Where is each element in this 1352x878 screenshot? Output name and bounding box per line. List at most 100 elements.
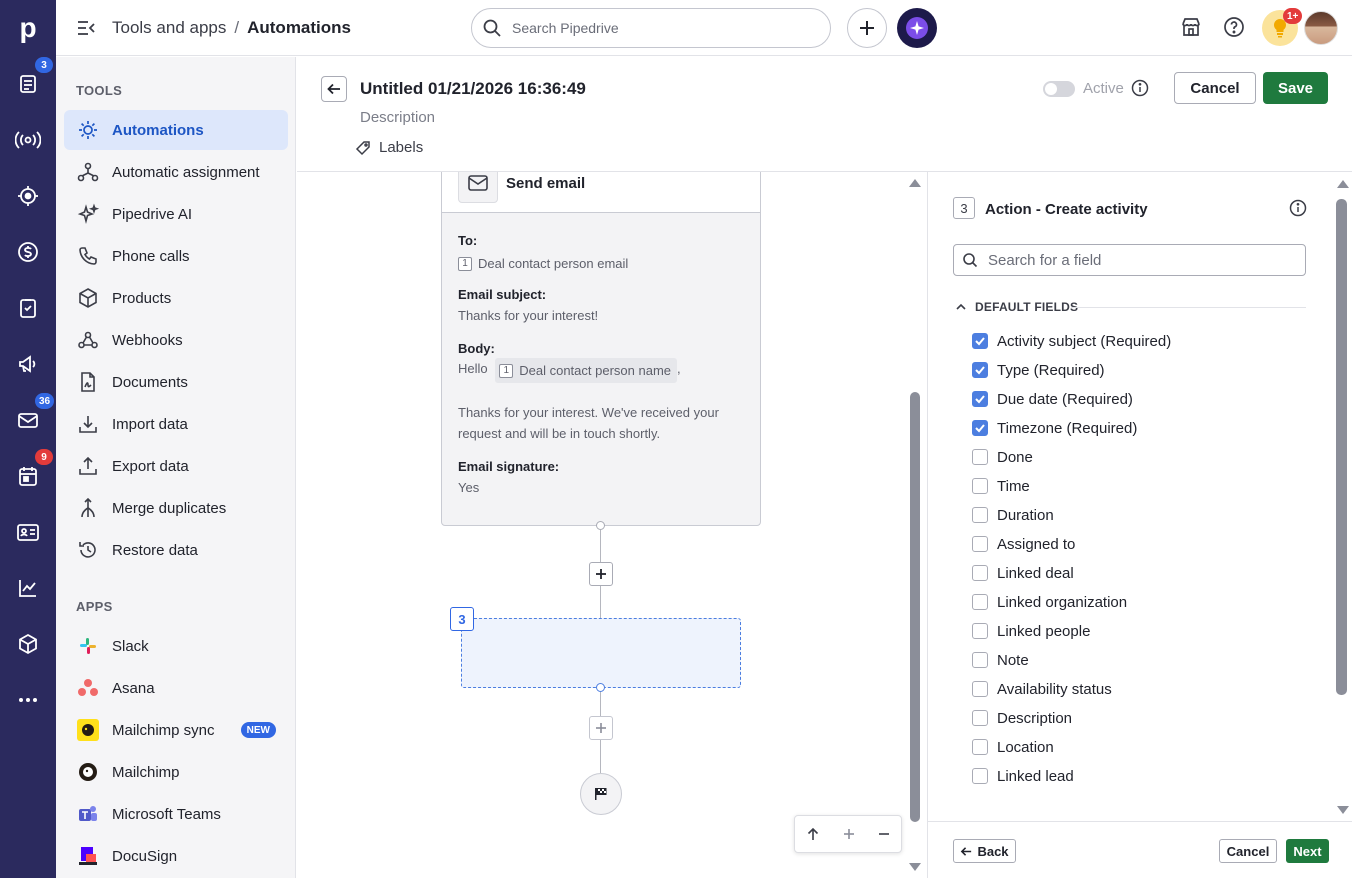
- add-step-button[interactable]: [589, 716, 613, 740]
- target-icon[interactable]: [14, 182, 42, 210]
- field-checkbox[interactable]: [972, 565, 988, 581]
- panel-back-button[interactable]: Back: [953, 839, 1016, 863]
- dollar-icon[interactable]: [14, 238, 42, 266]
- field-checkbox[interactable]: [972, 449, 988, 465]
- field-checkbox[interactable]: [972, 681, 988, 697]
- sidebar-item-export-data[interactable]: Export data: [64, 446, 288, 486]
- zoom-in-icon[interactable]: [843, 828, 855, 840]
- scroll-down-arrow-icon[interactable]: [1336, 805, 1350, 815]
- field-checkbox[interactable]: [972, 710, 988, 726]
- automation-title[interactable]: Untitled 01/21/2026 16:36:49: [360, 79, 586, 99]
- sidebar-item-products[interactable]: Products: [64, 278, 288, 318]
- global-search[interactable]: [471, 8, 831, 48]
- labels-button[interactable]: Labels: [355, 139, 423, 156]
- sidebar-item-merge-duplicates[interactable]: Merge duplicates: [64, 488, 288, 528]
- sidebar-item-microsoft-teams[interactable]: Microsoft Teams: [64, 794, 288, 834]
- scroll-up-arrow-icon[interactable]: [1336, 179, 1350, 189]
- scrollbar-thumb[interactable]: [910, 392, 920, 822]
- field-checkbox[interactable]: [972, 333, 988, 349]
- field-checkbox[interactable]: [972, 652, 988, 668]
- sidebar-item-automations[interactable]: Automations: [64, 110, 288, 150]
- field-search[interactable]: [953, 244, 1306, 276]
- field-checkbox[interactable]: [972, 536, 988, 552]
- user-avatar[interactable]: [1304, 11, 1338, 45]
- insights-icon[interactable]: [14, 574, 42, 602]
- menu-collapse-icon[interactable]: [76, 18, 96, 38]
- leads-icon[interactable]: [14, 126, 42, 154]
- zoom-out-icon[interactable]: [878, 828, 890, 840]
- pipedrive-logo[interactable]: p: [0, 0, 56, 56]
- field-checkbox[interactable]: [972, 623, 988, 639]
- sidebar-item-asana[interactable]: Asana: [64, 668, 288, 708]
- field-option-row[interactable]: Linked people: [972, 619, 1090, 643]
- sidebar-item-slack[interactable]: Slack: [64, 626, 288, 666]
- deals-icon[interactable]: [14, 70, 42, 98]
- panel-next-button[interactable]: Next: [1286, 839, 1329, 863]
- field-option-row[interactable]: Description: [972, 706, 1072, 730]
- panel-cancel-button[interactable]: Cancel: [1219, 839, 1277, 863]
- add-step-button[interactable]: [589, 562, 613, 586]
- field-checkbox[interactable]: [972, 594, 988, 610]
- arrow-up-icon[interactable]: [806, 827, 820, 841]
- canvas-scrollbar[interactable]: [905, 172, 927, 878]
- sidebar-item-automatic-assignment[interactable]: Automatic assignment: [64, 152, 288, 192]
- field-option-row[interactable]: Availability status: [972, 677, 1112, 701]
- global-search-input[interactable]: [512, 20, 812, 36]
- field-option-row[interactable]: Assigned to: [972, 532, 1075, 556]
- workflow-canvas[interactable]: Send email To: 1 Deal contact person emai…: [297, 172, 927, 878]
- field-checkbox[interactable]: [972, 507, 988, 523]
- contacts-icon[interactable]: [14, 518, 42, 546]
- help-icon[interactable]: [1223, 16, 1245, 38]
- back-button[interactable]: [321, 76, 347, 102]
- send-email-step[interactable]: Send email To: 1 Deal contact person emai…: [441, 172, 761, 526]
- scroll-up-arrow-icon[interactable]: [908, 178, 922, 188]
- save-button[interactable]: Save: [1263, 72, 1328, 104]
- sidebar-item-phone-calls[interactable]: Phone calls: [64, 236, 288, 276]
- field-search-input[interactable]: [988, 251, 1288, 269]
- new-step-placeholder[interactable]: [461, 618, 741, 688]
- panel-scrollbar[interactable]: [1332, 172, 1352, 820]
- breadcrumb-tools-and-apps[interactable]: Tools and apps: [112, 18, 226, 38]
- campaigns-icon[interactable]: [14, 350, 42, 378]
- field-checkbox[interactable]: [972, 768, 988, 784]
- field-checkbox[interactable]: [972, 478, 988, 494]
- calendar-icon[interactable]: [14, 462, 42, 490]
- more-icon[interactable]: [14, 686, 42, 714]
- info-icon[interactable]: [1131, 79, 1149, 97]
- field-option-row[interactable]: Linked deal: [972, 561, 1074, 585]
- sidebar-item-documents[interactable]: Documents: [64, 362, 288, 402]
- field-option-row[interactable]: Type (Required): [972, 358, 1105, 382]
- automation-description[interactable]: Description: [360, 109, 435, 126]
- field-checkbox[interactable]: [972, 391, 988, 407]
- quick-add-button[interactable]: [847, 8, 887, 48]
- sidebar-item-docusign[interactable]: DocuSign: [64, 836, 288, 876]
- sidebar-item-mailchimp[interactable]: Mailchimp: [64, 752, 288, 792]
- field-option-row[interactable]: Activity subject (Required): [972, 329, 1171, 353]
- field-option-row[interactable]: Duration: [972, 503, 1054, 527]
- scrollbar-thumb[interactable]: [1336, 199, 1347, 695]
- field-option-row[interactable]: Note: [972, 648, 1029, 672]
- field-option-row[interactable]: Time: [972, 474, 1030, 498]
- field-checkbox[interactable]: [972, 739, 988, 755]
- sidebar-item-import-data[interactable]: Import data: [64, 404, 288, 444]
- marketplace-icon[interactable]: [1180, 16, 1202, 38]
- cancel-button[interactable]: Cancel: [1174, 72, 1256, 104]
- field-checkbox[interactable]: [972, 362, 988, 378]
- mail-icon[interactable]: [14, 406, 42, 434]
- field-option-row[interactable]: Due date (Required): [972, 387, 1133, 411]
- sidebar-item-restore-data[interactable]: Restore data: [64, 530, 288, 570]
- info-icon[interactable]: [1289, 199, 1307, 217]
- field-option-row[interactable]: Timezone (Required): [972, 416, 1137, 440]
- sidebar-item-mailchimp-sync[interactable]: Mailchimp sync NEW: [64, 710, 288, 750]
- sidebar-item-pipedrive-ai[interactable]: Pipedrive AI: [64, 194, 288, 234]
- field-option-row[interactable]: Done: [972, 445, 1033, 469]
- default-fields-toggle[interactable]: DEFAULT FIELDS: [955, 300, 1078, 314]
- products-rail-icon[interactable]: [14, 630, 42, 658]
- field-checkbox[interactable]: [972, 420, 988, 436]
- field-option-row[interactable]: Linked lead: [972, 764, 1074, 788]
- field-option-row[interactable]: Linked organization: [972, 590, 1127, 614]
- ai-assistant-button[interactable]: [897, 8, 937, 48]
- scroll-down-arrow-icon[interactable]: [908, 862, 922, 872]
- active-toggle[interactable]: [1043, 81, 1075, 97]
- field-option-row[interactable]: Location: [972, 735, 1054, 759]
